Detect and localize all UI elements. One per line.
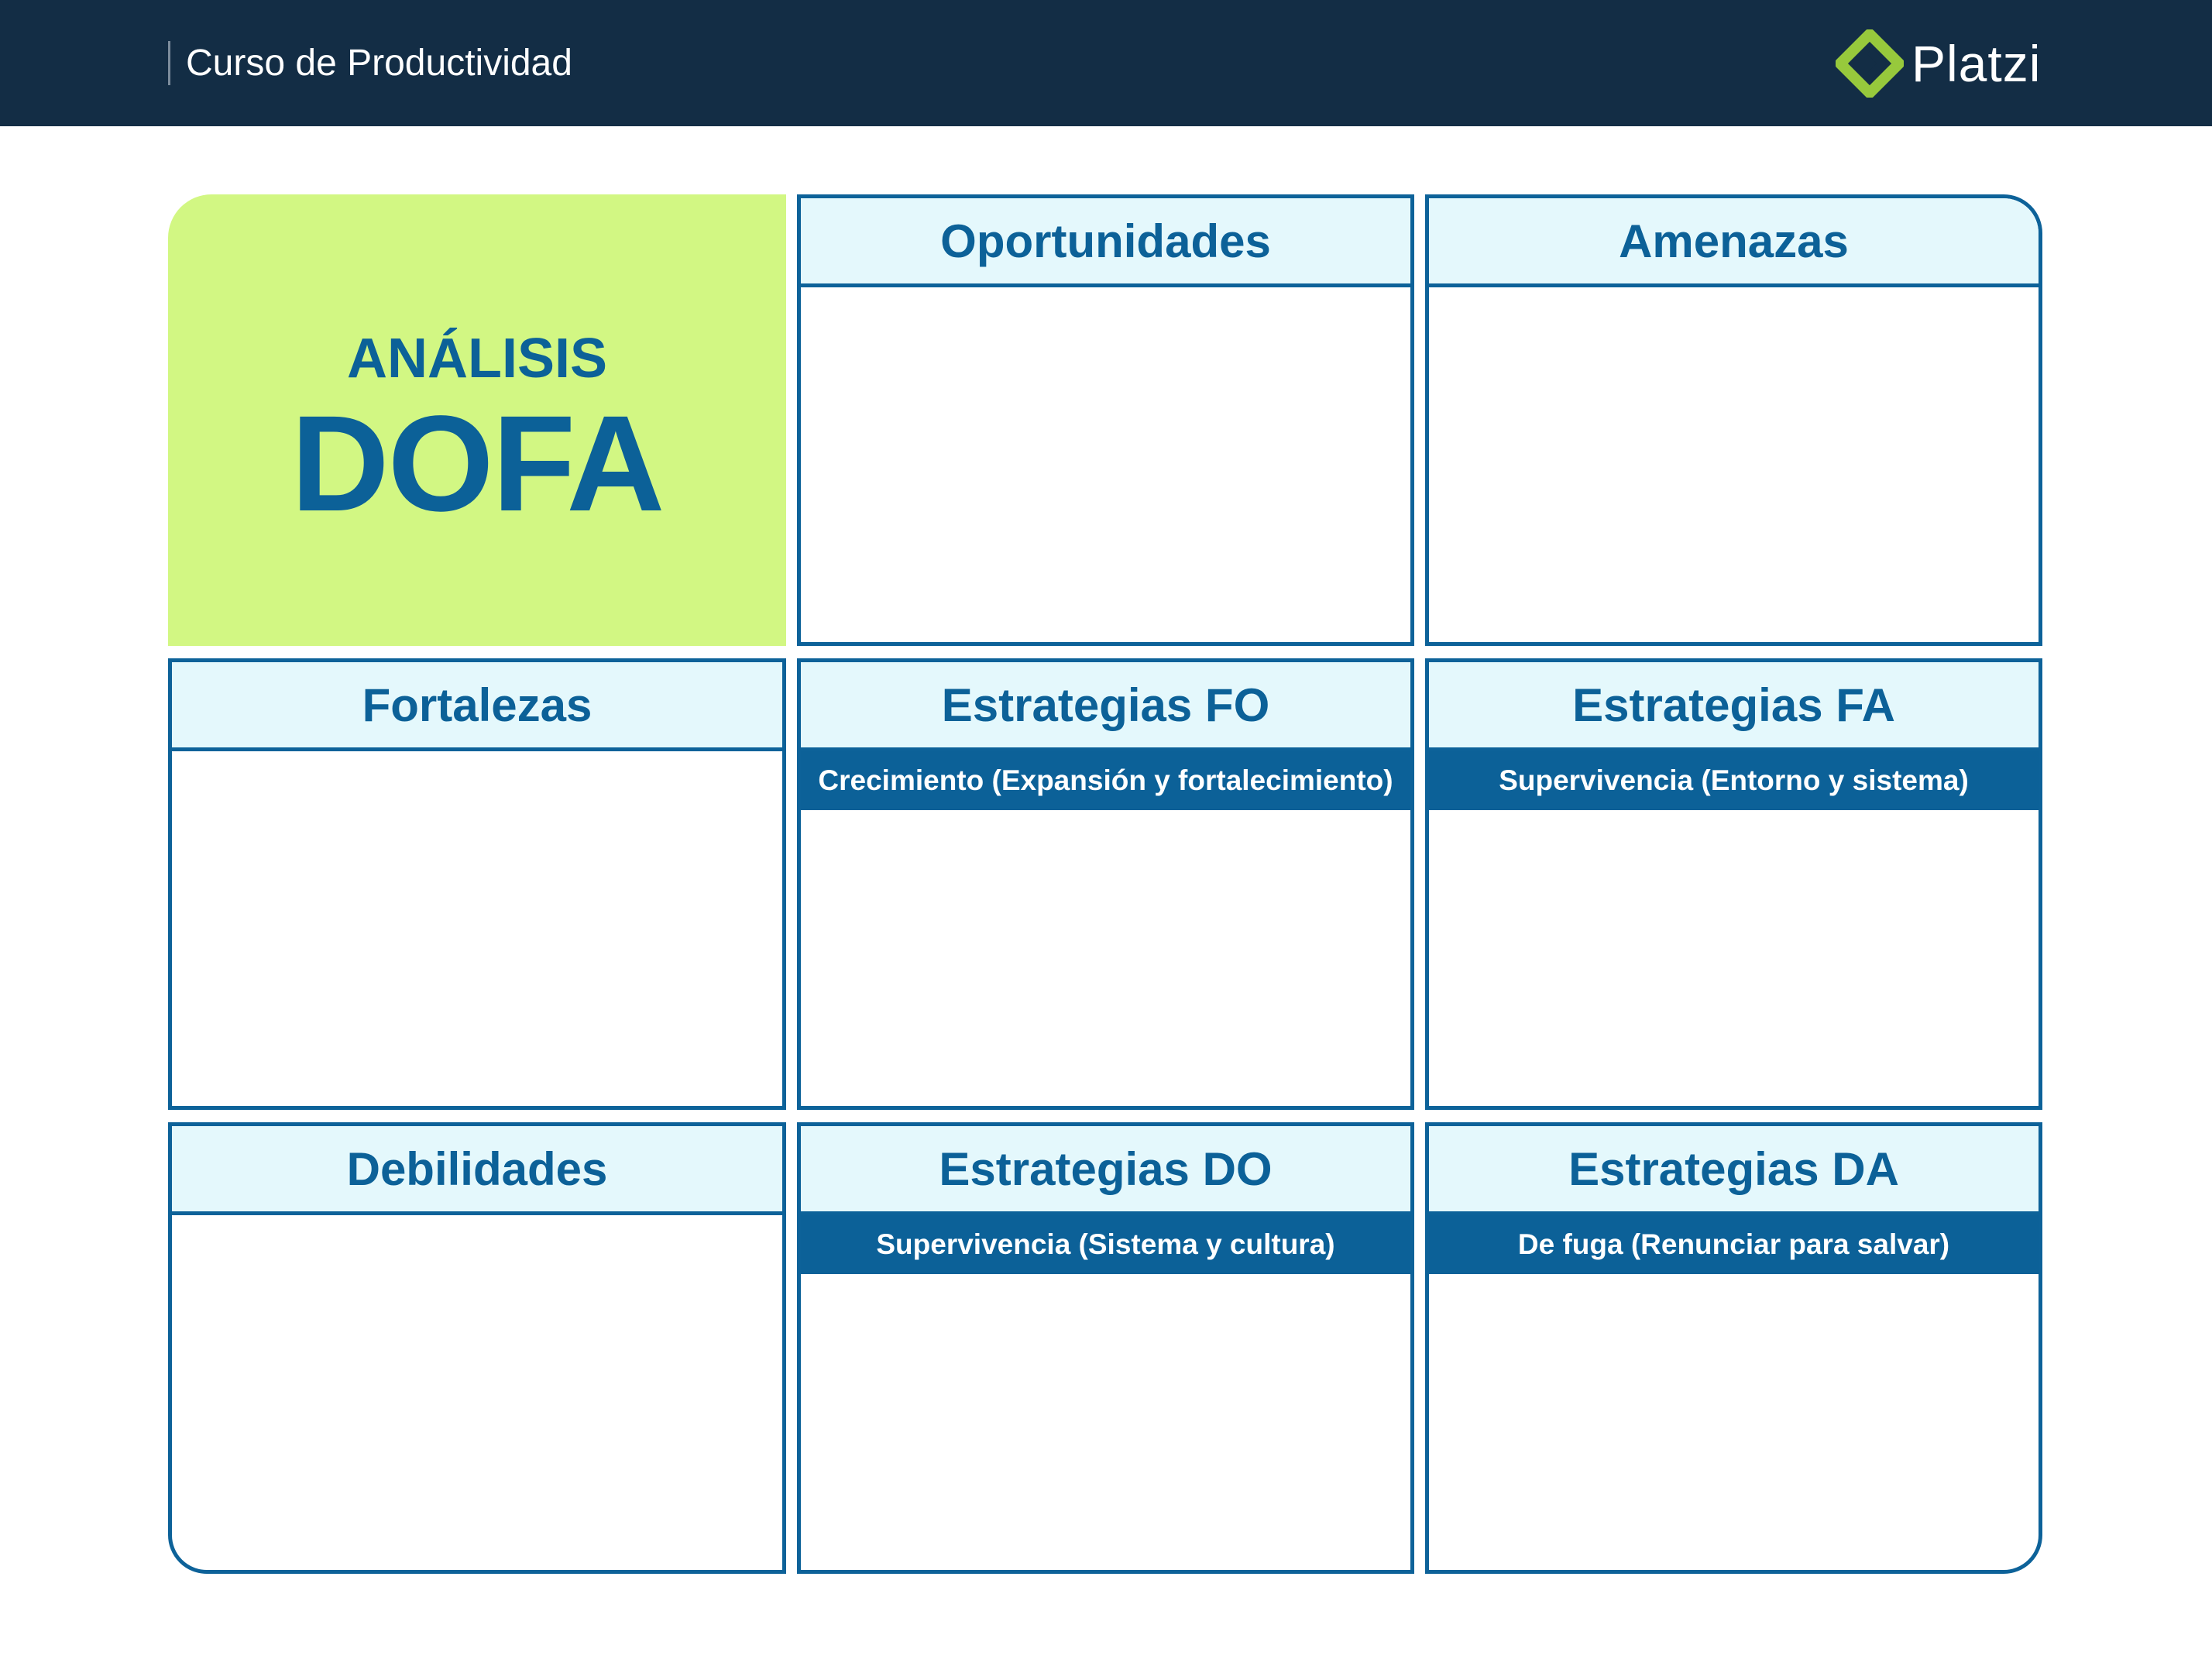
top-header: Curso de Productividad Platzi <box>0 0 2212 126</box>
cell-estrategias-fa: Estrategias FA Supervivencia (Entorno y … <box>1425 658 2042 1110</box>
cell-estrategias-fo: Estrategias FO Crecimiento (Expansión y … <box>797 658 1414 1110</box>
cell-heading-fortalezas: Fortalezas <box>172 662 782 751</box>
cell-heading-amenazas: Amenazas <box>1429 198 2039 287</box>
header-divider <box>168 41 170 85</box>
cell-estrategias-do: Estrategias DO Supervivencia (Sistema y … <box>797 1122 1414 1574</box>
cell-subheading-estrategias-do: Supervivencia (Sistema y cultura) <box>801 1215 1410 1274</box>
cell-fortalezas: Fortalezas <box>168 658 786 1110</box>
cell-estrategias-da: Estrategias DA De fuga (Renunciar para s… <box>1425 1122 2042 1574</box>
cell-heading-debilidades: Debilidades <box>172 1126 782 1215</box>
cell-heading-estrategias-da: Estrategias DA <box>1429 1126 2039 1215</box>
cell-heading-estrategias-fa: Estrategias FA <box>1429 662 2039 751</box>
cell-subheading-estrategias-fo: Crecimiento (Expansión y fortalecimiento… <box>801 751 1410 810</box>
title-dofa: DOFA <box>290 388 665 540</box>
cell-heading-estrategias-do: Estrategias DO <box>801 1126 1410 1215</box>
logo-text: Platzi <box>1911 35 2042 92</box>
dofa-title-block: ANÁLISIS DOFA <box>168 194 786 646</box>
cell-oportunidades: Oportunidades <box>797 194 1414 646</box>
cell-amenazas: Amenazas <box>1425 194 2042 646</box>
cell-heading-oportunidades: Oportunidades <box>801 198 1410 287</box>
cell-debilidades: Debilidades <box>168 1122 786 1574</box>
platzi-logo-icon <box>1836 29 1904 98</box>
platzi-logo: Platzi <box>1836 29 2041 98</box>
cell-subheading-estrategias-fa: Supervivencia (Entorno y sistema) <box>1429 751 2039 810</box>
course-title: Curso de Productividad <box>186 43 572 84</box>
cell-heading-estrategias-fo: Estrategias FO <box>801 662 1410 751</box>
title-analisis: ANÁLISIS <box>346 328 608 390</box>
cell-subheading-estrategias-da: De fuga (Renunciar para salvar) <box>1429 1215 2039 1274</box>
